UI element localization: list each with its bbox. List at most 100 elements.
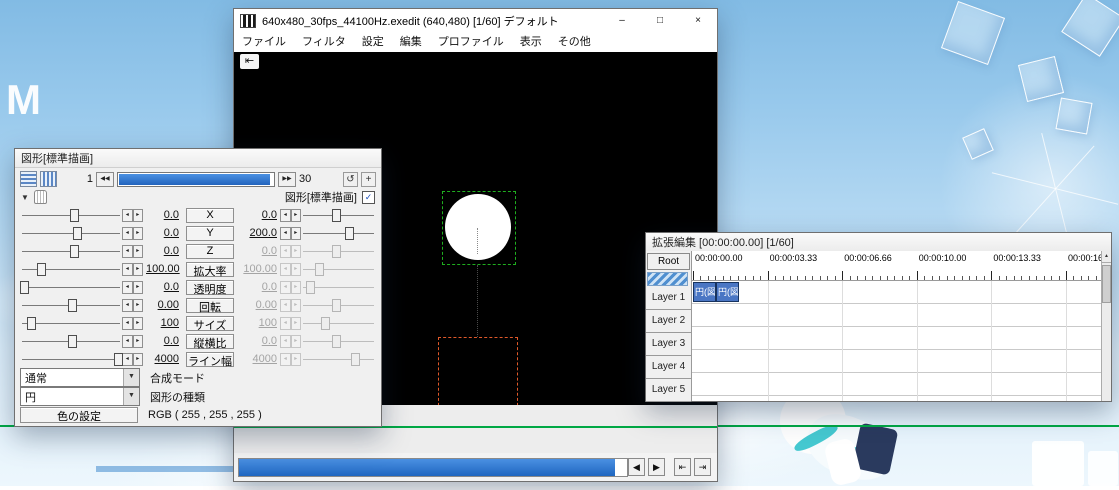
increment-button[interactable]: ▸ <box>290 334 301 348</box>
decrement-button[interactable]: ◂ <box>280 226 291 240</box>
param-value-end[interactable]: 0.00 <box>241 299 277 311</box>
scrollbar-thumb[interactable] <box>1102 265 1111 303</box>
slider-thumb[interactable] <box>331 335 341 348</box>
color-settings-button[interactable]: 色の設定 <box>20 407 138 423</box>
param-slider-end[interactable] <box>301 226 376 240</box>
slider-thumb[interactable] <box>331 209 341 222</box>
decrement-button[interactable]: ◂ <box>280 316 291 330</box>
param-name-button[interactable]: ライン幅 <box>186 351 234 368</box>
decrement-button[interactable]: ◂ <box>280 352 291 366</box>
param-name-button[interactable]: 拡大率 <box>186 261 234 278</box>
param-value-end[interactable]: 4000 <box>241 353 277 365</box>
increment-button[interactable]: ▸ <box>132 208 143 222</box>
menu-item-2[interactable]: 設定 <box>354 32 392 52</box>
menu-item-4[interactable]: プロファイル <box>430 32 512 52</box>
decrement-button[interactable]: ◂ <box>280 280 291 294</box>
time-ruler[interactable]: 00:00:00.00 00:00:03.33 00:00:06.66 00:00:1… <box>692 251 1101 281</box>
slider-thumb[interactable] <box>320 317 330 330</box>
layer-track-5[interactable] <box>692 373 1101 396</box>
slider-thumb[interactable] <box>305 281 315 294</box>
param-slider-start[interactable] <box>20 334 122 348</box>
shape-type-select[interactable]: 円 ▼ <box>20 387 140 406</box>
param-slider-start[interactable] <box>20 352 123 366</box>
maximize-button[interactable]: □ <box>641 9 679 32</box>
param-value-start[interactable]: 0.0 <box>146 245 179 257</box>
layer-track-1[interactable] <box>692 281 1101 304</box>
slider-thumb[interactable] <box>68 335 77 348</box>
decrement-button[interactable]: ◂ <box>122 208 133 222</box>
increment-button[interactable]: ▸ <box>290 280 301 294</box>
param-slider-start[interactable] <box>20 316 122 330</box>
layer-label-5[interactable]: Layer 5 <box>646 379 691 402</box>
timeline-grid[interactable]: 円(図 円(図 <box>692 281 1101 401</box>
param-slider-start[interactable] <box>20 208 122 222</box>
param-value-end[interactable]: 100.00 <box>241 263 277 275</box>
menu-item-3[interactable]: 編集 <box>392 32 430 52</box>
increment-button[interactable]: ▸ <box>132 352 143 366</box>
param-value-end[interactable]: 200.0 <box>241 227 277 239</box>
shape-circle-preview[interactable] <box>445 194 511 260</box>
decrement-button[interactable]: ◂ <box>122 316 133 330</box>
layer-label-1[interactable]: Layer 1 <box>646 287 691 310</box>
layer-track-4[interactable] <box>692 350 1101 373</box>
settings-dialog-titlebar[interactable]: 図形[標準描画] <box>15 149 381 168</box>
param-slider-end[interactable] <box>301 316 376 330</box>
decrement-button[interactable]: ◂ <box>122 262 133 276</box>
decrement-button[interactable]: ◂ <box>122 280 133 294</box>
increment-button[interactable]: ▸ <box>290 298 301 312</box>
decrement-button[interactable]: ◂ <box>280 298 291 312</box>
param-value-end[interactable]: 100 <box>241 317 277 329</box>
param-value-end[interactable]: 0.0 <box>241 245 277 257</box>
increment-button[interactable]: ▸ <box>132 226 143 240</box>
param-value-start[interactable]: 4000 <box>146 353 179 365</box>
transport-next-frame-button[interactable]: ▶ <box>648 458 665 476</box>
increment-button[interactable]: ▸ <box>290 244 301 258</box>
slider-thumb[interactable] <box>350 353 360 366</box>
frame-end-value[interactable]: 30 <box>299 173 317 185</box>
menu-item-1[interactable]: フィルタ <box>294 32 354 52</box>
slider-thumb[interactable] <box>314 263 324 276</box>
increment-button[interactable]: ▸ <box>290 208 301 222</box>
param-value-start[interactable]: 0.0 <box>146 209 179 221</box>
param-value-start[interactable]: 0.0 <box>146 281 179 293</box>
frame-next-button[interactable]: ▶▶ <box>278 171 296 187</box>
slider-thumb[interactable] <box>73 227 83 240</box>
param-slider-start[interactable] <box>20 298 122 312</box>
param-value-start[interactable]: 100 <box>146 317 179 329</box>
param-value-start[interactable]: 100.00 <box>146 263 180 275</box>
minimize-button[interactable]: – <box>603 9 641 32</box>
slider-thumb[interactable] <box>70 209 80 222</box>
increment-button[interactable]: ▸ <box>290 262 301 276</box>
increment-button[interactable]: ▸ <box>132 334 143 348</box>
param-slider-start[interactable] <box>20 280 122 294</box>
slider-thumb[interactable] <box>20 281 30 294</box>
layer-track-3[interactable] <box>692 327 1101 350</box>
increment-button[interactable]: ▸ <box>132 244 143 258</box>
toolbar-icon-b[interactable] <box>40 171 57 187</box>
param-value-end[interactable]: 0.0 <box>241 209 277 221</box>
increment-button[interactable]: ▸ <box>290 316 301 330</box>
param-slider-end[interactable] <box>301 334 376 348</box>
frame-prev-button[interactable]: ◀◀ <box>96 171 114 187</box>
increment-button[interactable]: ▸ <box>132 262 143 276</box>
slider-thumb[interactable] <box>331 299 341 312</box>
param-slider-start[interactable] <box>20 262 122 276</box>
param-slider-end[interactable] <box>301 352 376 366</box>
decrement-button[interactable]: ◂ <box>280 334 291 348</box>
scroll-up-icon[interactable]: ▲ <box>1102 251 1111 263</box>
collapse-arrow-icon[interactable]: ▼ <box>21 193 29 202</box>
slider-thumb[interactable] <box>344 227 354 240</box>
param-name-button[interactable]: Y <box>186 225 234 241</box>
frame-range-trackbar[interactable] <box>117 171 275 187</box>
param-value-end[interactable]: 0.0 <box>241 281 277 293</box>
decrement-button[interactable]: ◂ <box>122 352 133 366</box>
frame-start-value[interactable]: 1 <box>77 173 93 185</box>
layer-label-4[interactable]: Layer 4 <box>646 356 691 379</box>
transport-prev-frame-button[interactable]: ◀ <box>628 458 645 476</box>
param-name-button[interactable]: サイズ <box>186 315 234 332</box>
param-name-button[interactable]: 回転 <box>186 297 234 314</box>
decrement-button[interactable]: ◂ <box>122 244 133 258</box>
close-button[interactable]: × <box>679 9 717 32</box>
slider-thumb[interactable] <box>70 245 80 258</box>
param-slider-start[interactable] <box>20 226 122 240</box>
